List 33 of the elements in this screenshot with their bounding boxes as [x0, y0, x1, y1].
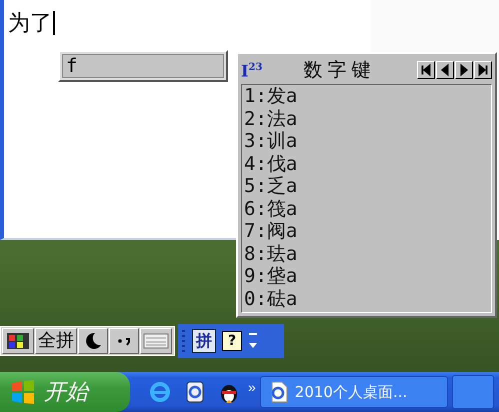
- candidate-item[interactable]: 5:乏a: [244, 175, 298, 198]
- keyboard-icon[interactable]: [140, 328, 172, 354]
- composition-field[interactable]: f: [62, 54, 224, 78]
- punctuation-icon[interactable]: [109, 328, 139, 354]
- document-icon: [268, 381, 289, 403]
- grip-icon[interactable]: [182, 329, 186, 353]
- candidate-item[interactable]: 1:发a: [244, 85, 298, 108]
- document-icon[interactable]: [184, 380, 206, 404]
- first-page-icon[interactable]: [417, 61, 435, 79]
- browser-e-icon[interactable]: [148, 380, 172, 404]
- candidate-title: 数字键: [302, 58, 377, 83]
- start-button[interactable]: 开始: [0, 372, 130, 412]
- input-mode-button[interactable]: 全拼: [35, 328, 77, 354]
- half-width-moon-icon[interactable]: [78, 328, 108, 354]
- document-text: 为了: [8, 8, 55, 38]
- candidate-item[interactable]: 2:法a: [244, 108, 298, 130]
- windows-logo-icon: [10, 379, 36, 405]
- number-logo: I$^{23}$: [241, 60, 262, 82]
- ime-indicator[interactable]: 拼: [192, 329, 216, 353]
- more-button[interactable]: »: [248, 379, 256, 395]
- candidate-item[interactable]: 8:珐a: [244, 242, 298, 265]
- help-button[interactable]: ?: [222, 331, 242, 351]
- previous-page-icon[interactable]: [436, 61, 454, 79]
- last-page-icon[interactable]: [474, 61, 492, 79]
- next-page-icon[interactable]: [455, 61, 473, 79]
- candidate-item[interactable]: 9:垡a: [244, 265, 298, 288]
- candidate-item[interactable]: 7:阀a: [244, 220, 298, 242]
- taskbar-window-button[interactable]: 2010个人桌面...: [260, 376, 448, 408]
- candidate-item[interactable]: 6:筏a: [244, 198, 298, 220]
- candidate-item[interactable]: 4:伐a: [244, 152, 298, 175]
- candidate-item[interactable]: 3:训a: [244, 130, 298, 152]
- ime-logo-icon[interactable]: [2, 328, 34, 354]
- candidate-item[interactable]: 0:砝a: [244, 288, 298, 310]
